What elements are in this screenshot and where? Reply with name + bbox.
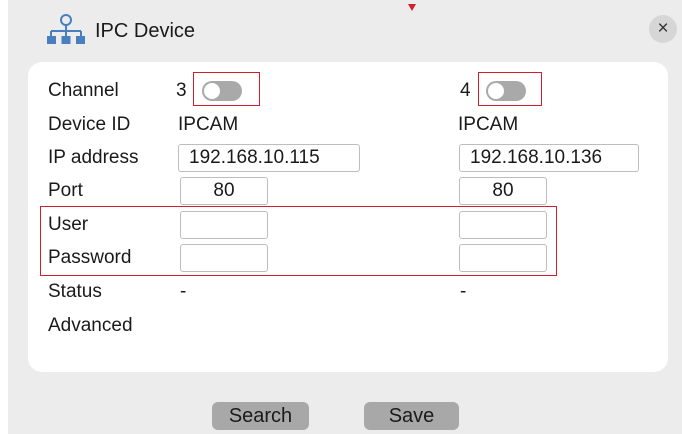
save-button[interactable]: Save (364, 402, 459, 430)
close-button[interactable]: × (649, 15, 677, 43)
channel-4-device-id: IPCAM (458, 114, 519, 135)
channel-3-user-input[interactable] (180, 211, 268, 239)
port-label: Port (48, 180, 83, 201)
channel-label: Channel (48, 80, 119, 101)
close-icon: × (657, 18, 669, 39)
channel-3-status: - (180, 281, 187, 302)
toggle-knob (204, 83, 220, 99)
title-bar: IPC Device × (8, 0, 682, 62)
channel-3-device-id: IPCAM (178, 114, 239, 135)
channel-3-number: 3 (176, 80, 187, 101)
device-id-label: Device ID (48, 114, 131, 135)
search-button[interactable]: Search (212, 402, 309, 430)
channel-3-port-input[interactable] (180, 177, 268, 205)
ip-address-label: IP address (48, 147, 139, 168)
channel-4-password-input[interactable] (459, 244, 547, 272)
status-label: Status (48, 281, 102, 302)
channel-3-toggle[interactable] (202, 81, 242, 101)
channel-4-toggle[interactable] (486, 81, 526, 101)
network-icon (47, 14, 85, 44)
password-label: Password (48, 247, 132, 268)
ipc-device-dialog: IPC Device × Channel Device ID IP addres… (8, 0, 682, 434)
channel-4-port-input[interactable] (459, 177, 547, 205)
dialog-title: IPC Device (95, 20, 196, 42)
channel-4-ip-input[interactable] (459, 144, 639, 172)
toggle-knob (488, 83, 504, 99)
channel-3-password-input[interactable] (180, 244, 268, 272)
channel-4-user-input[interactable] (459, 211, 547, 239)
channel-4-status: - (460, 281, 467, 302)
user-label: User (48, 214, 89, 235)
channel-3-ip-input[interactable] (178, 144, 360, 172)
advanced-label[interactable]: Advanced (48, 314, 133, 338)
channel-4-number: 4 (460, 80, 471, 101)
